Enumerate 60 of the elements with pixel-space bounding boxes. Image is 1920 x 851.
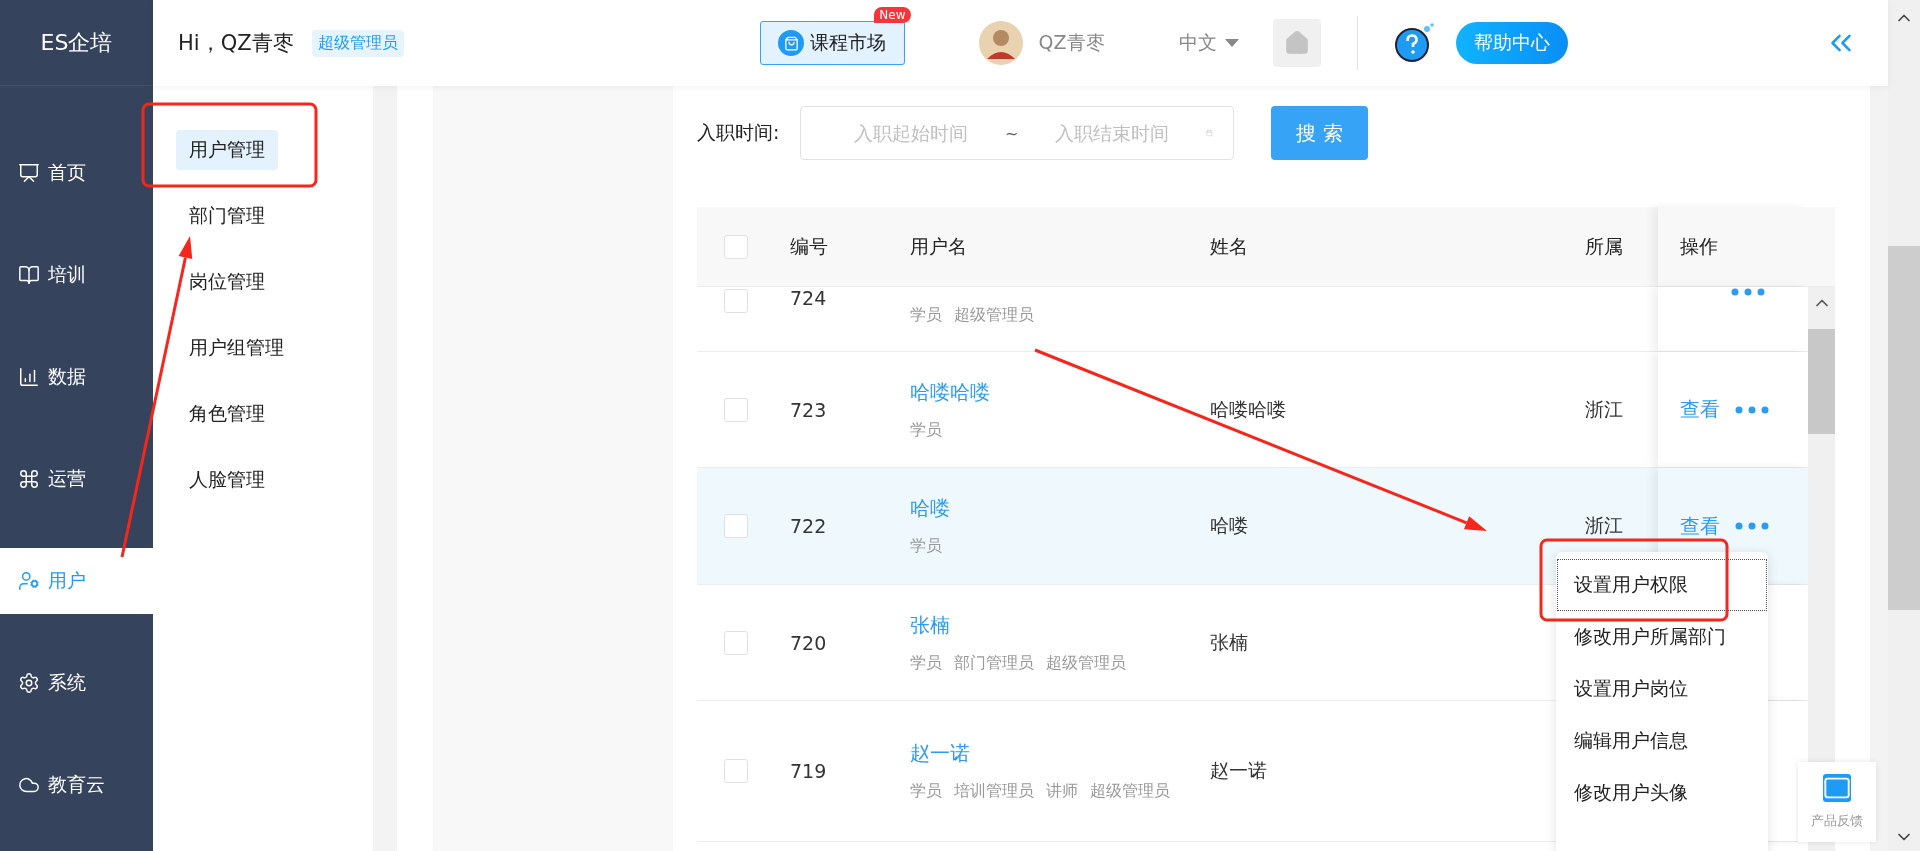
role-tag: 学员 (910, 652, 942, 674)
nav-item[interactable]: 运营 (0, 446, 153, 512)
nav-item[interactable]: 培训 (0, 242, 153, 308)
greeting-text: Hi，QZ青枣 (178, 30, 294, 57)
submenu-item[interactable]: 部门管理 (176, 196, 278, 236)
role-tag: 部门管理员 (954, 652, 1034, 674)
nav-item[interactable]: 系统 (0, 650, 153, 716)
submenu-item[interactable]: 人脸管理 (176, 460, 278, 500)
role-tag: 培训管理员 (954, 781, 1034, 802)
menu-item[interactable]: 编辑用户信息 (1558, 716, 1766, 766)
column-header: 操作 (1680, 233, 1718, 259)
role-tag: 学员 (910, 781, 942, 802)
column-header: 用户名 (910, 233, 967, 259)
nav-label: 运营 (48, 466, 86, 491)
table-cell-text: 浙江 (1585, 396, 1623, 422)
role-tag: 学员 (910, 536, 942, 557)
nav-label: 系统 (48, 670, 86, 695)
new-badge: New (874, 7, 911, 23)
column-header: 编号 (790, 233, 828, 259)
column-header: 所属 (1585, 233, 1623, 259)
date-range-field[interactable]: 入职起始时间 ~ 入职结束时间 (800, 106, 1234, 160)
nav-item[interactable]: 教育云 (0, 752, 153, 818)
role-tag: 学员 (910, 419, 942, 441)
role-tag: 学员 (910, 305, 942, 326)
column-header: 姓名 (1210, 233, 1248, 259)
table-cell: 722 (790, 515, 827, 537)
table-cell: 720 (790, 631, 827, 654)
nav-item[interactable]: 数据 (0, 344, 153, 410)
table-cell: 724 (790, 287, 827, 309)
menu-item[interactable]: 修改用户头像 (1558, 768, 1766, 818)
table-cell: 719 (790, 760, 827, 782)
language-selector[interactable]: 中文 (1178, 30, 1239, 56)
nav-label: 首页 (48, 160, 86, 185)
table-cell-text: 张楠 (1210, 629, 1248, 655)
menu-item[interactable]: 修改用户所属部门 (1558, 612, 1766, 662)
nav-label: 培训 (48, 262, 86, 287)
table-row[interactable]: 723 哈喽哈喽 学员 哈喽哈喽 浙江 查看 (697, 352, 1808, 468)
role-tag: 超级管理员 (1046, 652, 1126, 674)
submenu-item[interactable]: 用户管理 (176, 130, 278, 170)
nav-label: 数据 (48, 364, 86, 389)
role-tag: 超级管理员 (954, 305, 1034, 326)
nav-item[interactable]: 首页 (0, 140, 153, 206)
table-row[interactable]: 724 学员 超级管理员 (697, 287, 1808, 352)
submenu-item[interactable]: 岗位管理 (176, 262, 278, 302)
table-cell-text: 哈喽哈喽 (1210, 396, 1286, 422)
table-cell-text: 赵一诺 (1210, 758, 1267, 783)
hire-date-label: 入职时间: (697, 120, 781, 145)
nav-label: 教育云 (48, 772, 105, 797)
submenu-item[interactable]: 用户组管理 (176, 328, 297, 368)
table-cell: 723 (790, 398, 827, 421)
role-tag: 讲师 (1046, 781, 1078, 802)
role-tag: 超级管理员 (1090, 781, 1170, 802)
nav-label: 用户 (48, 568, 86, 593)
role-badge: 超级管理员 (311, 29, 404, 57)
range-separator: ~ (1005, 123, 1019, 143)
submenu-item[interactable]: 角色管理 (176, 394, 278, 434)
table-cell-text: 浙江 (1585, 513, 1623, 538)
user-name[interactable]: QZ青枣 (1038, 30, 1105, 56)
table-cell-text: 哈喽 (1210, 513, 1248, 538)
course-market-button[interactable]: 课程市场 (759, 21, 905, 65)
